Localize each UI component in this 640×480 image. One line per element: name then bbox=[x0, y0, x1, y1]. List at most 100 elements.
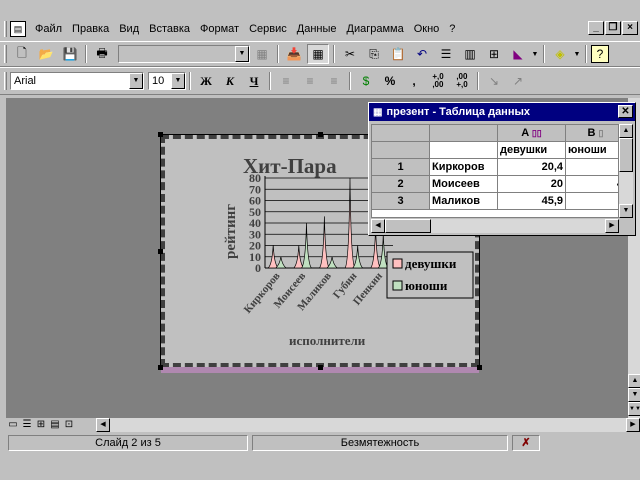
column-header[interactable] bbox=[430, 125, 498, 142]
chevron-down-icon[interactable]: ▼ bbox=[171, 73, 185, 89]
datasheet-icon[interactable]: ▦ bbox=[307, 44, 329, 64]
datasheet-horizontal-scrollbar[interactable]: ◀ ▶ bbox=[371, 219, 619, 233]
increase-decimal-button[interactable]: +,0 ,00 bbox=[427, 71, 449, 91]
slide-view-icon[interactable]: ▭ bbox=[6, 419, 20, 431]
scroll-down-icon[interactable]: ▼ bbox=[628, 388, 640, 402]
separator bbox=[349, 72, 351, 90]
datasheet-cell[interactable]: 45,9 bbox=[498, 193, 566, 210]
legend-swatch-girls bbox=[392, 258, 403, 269]
menu-file[interactable]: Файл bbox=[30, 23, 67, 35]
by-row-icon[interactable]: ☰ bbox=[435, 44, 457, 64]
format-selection-icon[interactable]: ▦ bbox=[251, 44, 273, 64]
paste-icon[interactable]: 📋 bbox=[387, 44, 409, 64]
row-header[interactable]: 3 bbox=[372, 193, 430, 210]
new-document-icon[interactable]: 🗋 bbox=[11, 44, 33, 64]
chart-type-icon[interactable]: ◣ bbox=[507, 44, 529, 64]
currency-icon[interactable]: $ bbox=[355, 71, 377, 91]
import-file-icon[interactable]: 📥 bbox=[283, 44, 305, 64]
datasheet-grid: A ▯▯ B ▯ девушки юноши 1 Киркоров 20,4 2… bbox=[371, 124, 619, 218]
scroll-left-icon[interactable]: ◀ bbox=[371, 219, 385, 233]
bold-button[interactable]: Ж bbox=[195, 71, 217, 91]
restore-button[interactable]: ❐ bbox=[605, 21, 621, 35]
datasheet-cell[interactable] bbox=[566, 193, 618, 210]
close-icon[interactable]: ✕ bbox=[618, 105, 633, 118]
undo-icon[interactable]: ↶ bbox=[411, 44, 433, 64]
row-header[interactable]: 1 bbox=[372, 159, 430, 176]
scroll-thumb[interactable] bbox=[385, 219, 431, 233]
datasheet-cell[interactable]: юноши bbox=[566, 142, 618, 159]
save-icon[interactable]: 💾 bbox=[59, 44, 81, 64]
italic-button[interactable]: К bbox=[219, 71, 241, 91]
outline-view-icon[interactable]: ☰ bbox=[20, 419, 34, 431]
menu-edit[interactable]: Правка bbox=[67, 23, 114, 35]
scroll-up-icon[interactable]: ▲ bbox=[619, 124, 633, 138]
data-table-icon[interactable]: ⊞ bbox=[483, 44, 505, 64]
cut-icon[interactable]: ✂ bbox=[339, 44, 361, 64]
copy-icon[interactable]: ⎘ bbox=[363, 44, 385, 64]
open-folder-icon[interactable]: 📂 bbox=[35, 44, 57, 64]
align-center-icon[interactable]: ≡ bbox=[299, 71, 321, 91]
underline-button[interactable]: Ч bbox=[243, 71, 265, 91]
chart-object-combo[interactable]: ▼ bbox=[118, 45, 250, 63]
menu-format[interactable]: Формат bbox=[195, 23, 244, 35]
by-column-icon[interactable]: ▥ bbox=[459, 44, 481, 64]
status-bar: Слайд 2 из 5 Безмятежность ✗ bbox=[0, 432, 640, 454]
font-size-combo[interactable]: 10 ▼ bbox=[148, 72, 186, 90]
align-right-icon[interactable]: ≡ bbox=[323, 71, 345, 91]
datasheet-cell[interactable] bbox=[430, 142, 498, 159]
menu-view[interactable]: Вид bbox=[114, 23, 144, 35]
menu-tools[interactable]: Сервис bbox=[244, 23, 292, 35]
scroll-up-icon[interactable]: ▲ bbox=[628, 374, 640, 388]
horizontal-scrollbar[interactable]: ◀ ▶ bbox=[96, 418, 640, 432]
slide-sorter-icon[interactable]: ⊞ bbox=[34, 419, 48, 431]
datasheet-cell[interactable]: 20 bbox=[498, 176, 566, 193]
percent-button[interactable]: % bbox=[379, 71, 401, 91]
slideshow-icon[interactable]: ⊡ bbox=[62, 419, 76, 431]
column-header-b[interactable]: B ▯ bbox=[566, 125, 618, 142]
scroll-right-icon[interactable]: ▶ bbox=[605, 219, 619, 233]
notes-view-icon[interactable]: ▤ bbox=[48, 419, 62, 431]
scroll-thumb[interactable] bbox=[619, 138, 633, 172]
chevron-down-icon[interactable]: ▼ bbox=[573, 44, 581, 64]
datasheet-vertical-scrollbar[interactable]: ▲ ▼ bbox=[619, 124, 633, 218]
font-name-combo[interactable]: Arial ▼ bbox=[10, 72, 144, 90]
scroll-left-icon[interactable]: ◀ bbox=[96, 418, 110, 432]
datasheet-cell[interactable]: 20,4 bbox=[498, 159, 566, 176]
fill-color-icon[interactable]: ◈ bbox=[549, 44, 571, 64]
scroll-down-icon[interactable]: ▼ bbox=[619, 204, 633, 218]
datasheet-cell[interactable]: Маликов bbox=[430, 193, 498, 210]
chevron-down-icon[interactable]: ▼ bbox=[129, 73, 143, 89]
print-icon[interactable]: 🖶 bbox=[91, 44, 113, 64]
menu-insert[interactable]: Вставка bbox=[144, 23, 195, 35]
datasheet-cell[interactable]: девушки bbox=[498, 142, 566, 159]
datasheet-cell[interactable]: 4 bbox=[566, 176, 618, 193]
comma-button[interactable]: , bbox=[403, 71, 425, 91]
angle-text-down-icon[interactable]: ↘ bbox=[483, 71, 505, 91]
decrease-decimal-button[interactable]: ,00 +,0 bbox=[451, 71, 473, 91]
menu-window[interactable]: Окно bbox=[409, 23, 445, 35]
toolbar-grip bbox=[4, 72, 7, 90]
datasheet-cell[interactable]: Киркоров bbox=[430, 159, 498, 176]
scroll-right-icon[interactable]: ▶ bbox=[626, 418, 640, 432]
corner-cell[interactable] bbox=[372, 125, 430, 142]
column-header-a[interactable]: A ▯▯ bbox=[498, 125, 566, 142]
chevron-down-icon[interactable]: ▼ bbox=[531, 44, 539, 64]
help-icon[interactable]: ? bbox=[591, 45, 609, 63]
datasheet-titlebar[interactable]: ▦ презент - Таблица данных ✕ bbox=[369, 103, 635, 121]
chevron-down-icon[interactable]: ▼ bbox=[235, 46, 249, 62]
next-slide-icon[interactable]: ▼▼ bbox=[628, 402, 640, 416]
menu-chart[interactable]: Диаграмма bbox=[342, 23, 409, 35]
row-header[interactable]: 2 bbox=[372, 176, 430, 193]
spelling-status-icon[interactable]: ✗ bbox=[512, 435, 540, 451]
document-icon[interactable]: ▤ bbox=[10, 21, 26, 37]
datasheet-window[interactable]: ▦ презент - Таблица данных ✕ A ▯▯ B ▯ де… bbox=[368, 102, 636, 236]
datasheet-cell[interactable]: Моисеев bbox=[430, 176, 498, 193]
minimize-button[interactable]: _ bbox=[588, 21, 604, 35]
close-button[interactable]: × bbox=[622, 21, 638, 35]
datasheet-cell[interactable] bbox=[566, 159, 618, 176]
align-left-icon[interactable]: ≡ bbox=[275, 71, 297, 91]
menu-data[interactable]: Данные bbox=[292, 23, 342, 35]
row-header[interactable] bbox=[372, 142, 430, 159]
menu-help[interactable]: ? bbox=[444, 23, 460, 35]
angle-text-up-icon[interactable]: ↗ bbox=[507, 71, 529, 91]
